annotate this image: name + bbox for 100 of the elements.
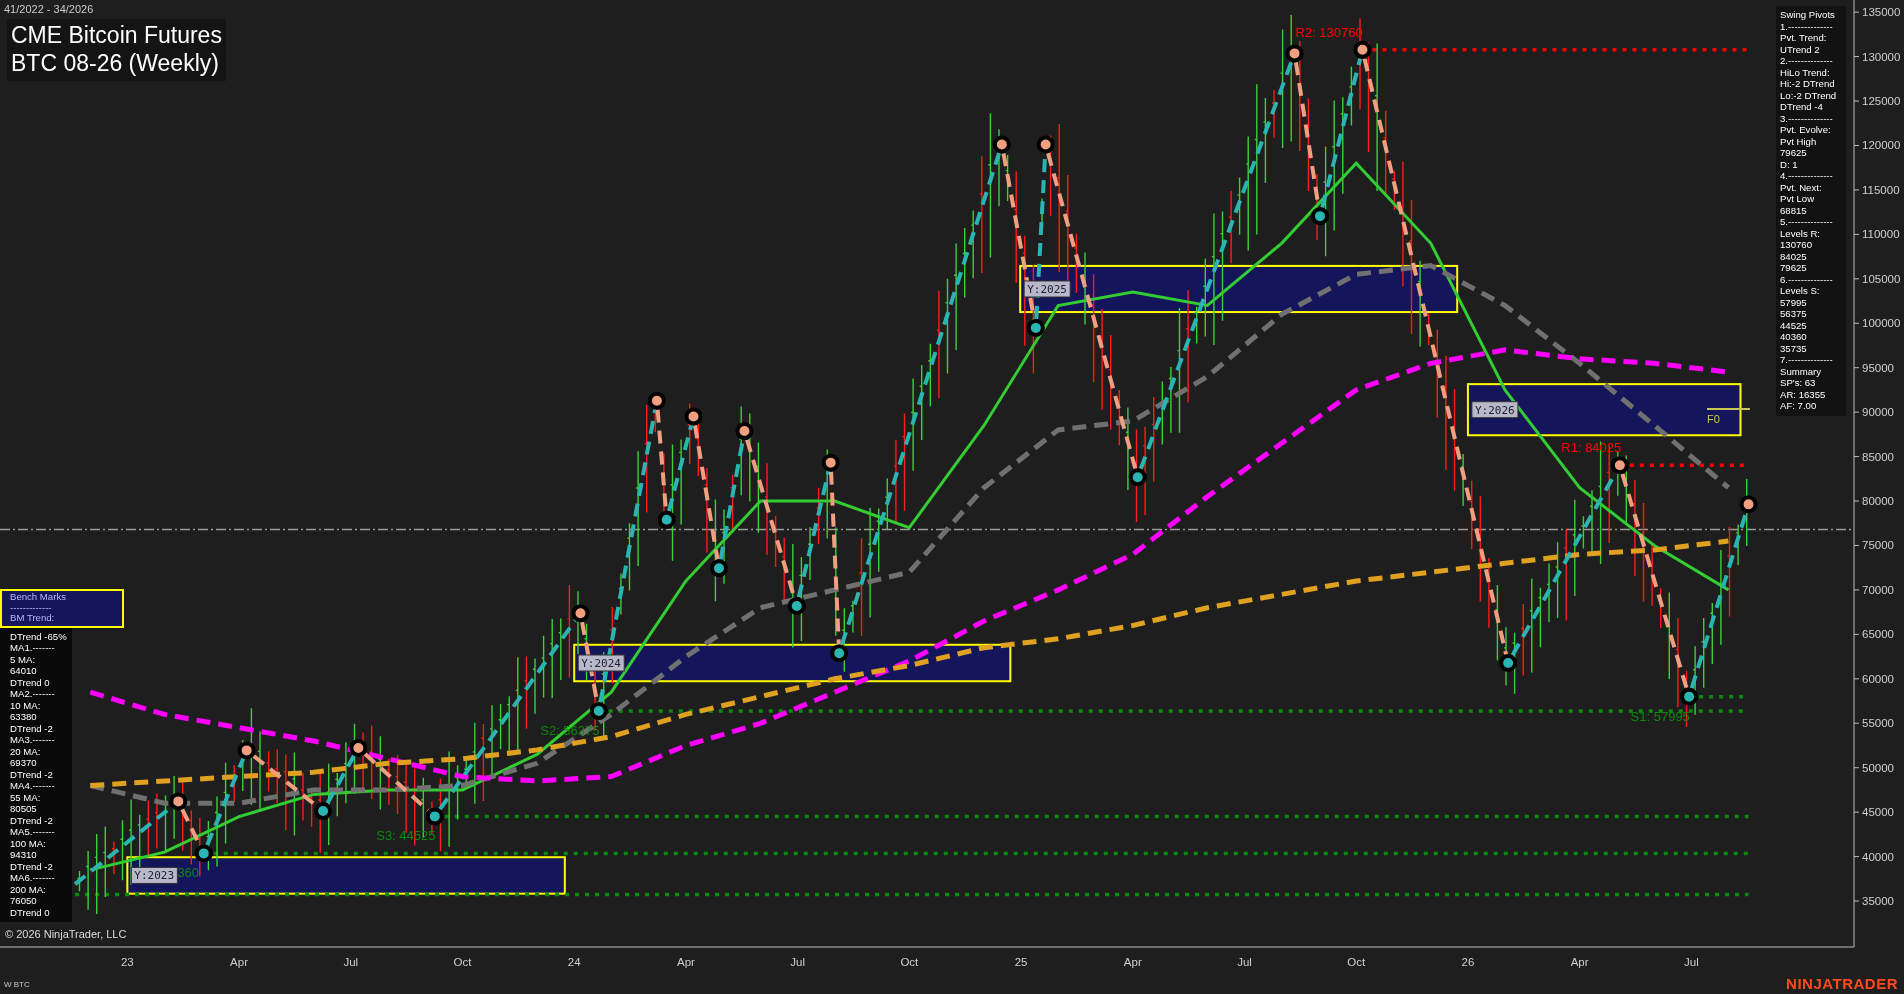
panel-text: 63380 (10, 711, 38, 723)
panel-text: AF: 7.00 (1780, 400, 1818, 412)
date-range-text: 41/2022 - 34/2026 (4, 3, 94, 15)
time-axis-label: Apr (1123, 956, 1142, 968)
panel-text: DTrend 0 (10, 676, 51, 688)
panel-text: 2.-------------- (1780, 55, 1834, 67)
time-axis-label: Jul (343, 956, 359, 968)
price-axis-label: 105000 (1862, 272, 1901, 285)
price-axis-label: 65000 (1862, 628, 1894, 641)
price-axis-label: 85000 (1862, 450, 1894, 463)
panel-text: 56375 (1780, 308, 1808, 320)
time-axis-label: 25 (1014, 956, 1028, 968)
time-axis-label: Apr (230, 956, 248, 968)
panel-text: MA4.------- (10, 780, 56, 792)
panel-text: 5.-------------- (1780, 216, 1834, 228)
zone-label: Y:2025 (1023, 280, 1071, 298)
panel-text: 7.-------------- (1780, 354, 1834, 366)
price-axis-label: 110000 (1862, 228, 1900, 241)
panel-text: Bench Marks (10, 592, 67, 603)
price-axis-label: 35000 (1862, 895, 1894, 908)
price-axis-label: 70000 (1862, 583, 1894, 596)
panel-text: 44525 (1780, 319, 1808, 331)
price-axis-label: 45000 (1862, 806, 1894, 819)
zone-label: Y:2023 (130, 866, 178, 884)
panel-text: 200 MA: (10, 883, 47, 895)
panel-text: DTrend -2 (10, 722, 54, 734)
price-axis-label: 125000 (1862, 95, 1901, 108)
panel-text: Hi:-2 DTrend (1780, 78, 1836, 90)
panel-text: DTrend 0 (10, 906, 51, 918)
panel-text: Swing Pivots (1780, 9, 1836, 21)
panel-text: MA1.------- (10, 642, 56, 654)
time-axis-label: 26 (1461, 956, 1475, 968)
panel-text: HiLo Trend: (1780, 66, 1831, 78)
panel-text: DTrend -2 (10, 814, 54, 826)
price-axis-label: 135000 (1862, 6, 1901, 19)
price-axis-label: 130000 (1862, 50, 1901, 63)
time-axis-label: Oct (453, 956, 472, 968)
copyright-text: © 2026 NinjaTrader, LLC (5, 928, 127, 940)
panel-text: Pvt Low (1780, 193, 1816, 205)
panel-text: DTrend -65% (10, 630, 68, 642)
panel-text: 40360 (1780, 331, 1808, 343)
panel-text: Levels R: (1780, 227, 1821, 239)
panel-text: 55 MA: (10, 791, 42, 803)
panel-text: 3.-------------- (1780, 112, 1834, 124)
panel-text: MA5.------- (10, 826, 56, 838)
panel-text: 130760 (1780, 239, 1813, 251)
panel-text: AR: 16355 (1780, 388, 1827, 400)
panel-text: 79625 (1780, 262, 1808, 274)
panel-text: 4.-------------- (1780, 170, 1834, 182)
panel-text: BM Trend: (10, 613, 56, 624)
panel-text: 79625 (1780, 147, 1808, 159)
time-axis-label: Jul (790, 956, 805, 968)
panel-text: 6.-------------- (1780, 273, 1834, 285)
panel-text: 64010 (10, 665, 38, 677)
price-axis-label: 40000 (1862, 850, 1894, 863)
panel-text: DTrend -2 (10, 768, 54, 780)
instrument-label: W BTC (4, 980, 30, 989)
panel-text: 20 MA: (10, 745, 42, 757)
chart-title: BTC 08-26 (Weekly) (11, 49, 220, 77)
time-axis-label: Apr (676, 956, 695, 968)
time-axis-label: 24 (567, 956, 581, 968)
price-axis-label: 55000 (1862, 717, 1894, 730)
panel-text: 80505 (10, 803, 38, 815)
panel-text: Pvt High (1780, 135, 1818, 147)
panel-text: 1.-------------- (1780, 20, 1834, 32)
panel-text: 84025 (1780, 250, 1808, 262)
panel-text: 68815 (1780, 204, 1808, 216)
panel-text: 94310 (10, 849, 38, 861)
panel-text: Levels S: (1780, 285, 1821, 297)
price-axis-label: 100000 (1862, 317, 1901, 330)
panel-text: DTrend -2 (10, 860, 54, 872)
chart-title: CME Bitcoin Futures (11, 21, 222, 49)
logo-text: NINJATRADER (1786, 975, 1898, 992)
panel-text: SP's: 63 (1780, 377, 1817, 389)
panel-text: ------------- (10, 602, 53, 613)
panel-text: 100 MA: (10, 837, 47, 849)
time-axis-label: Apr (1570, 956, 1589, 968)
panel-text: 5 MA: (10, 653, 37, 665)
panel-text: Summary (1780, 365, 1823, 377)
price-axis-label: 95000 (1862, 361, 1894, 374)
zone-label: Y:2024 (577, 654, 625, 672)
panel-text: MA6.------- (10, 872, 56, 884)
panel-text: 69370 (10, 757, 38, 769)
marker-label: F0 (1707, 413, 1720, 426)
price-axis-label: 80000 (1862, 495, 1894, 508)
time-axis-label: Jul (1684, 956, 1699, 968)
price-axis-label: 90000 (1862, 406, 1894, 419)
panel-text: 10 MA: (10, 699, 42, 711)
panel-text: MA3.------- (10, 734, 56, 746)
price-axis-label: 120000 (1862, 139, 1901, 152)
level-label: 360 (177, 865, 200, 881)
panel-text: D: 1 (1780, 158, 1799, 170)
time-axis-label: Jul (1237, 956, 1252, 968)
panel-text: Lo:-2 DTrend (1780, 89, 1838, 101)
panel-text: DTrend -4 (1780, 101, 1824, 113)
price-axis-label: 75000 (1862, 539, 1894, 552)
price-axis-label: 50000 (1862, 761, 1894, 774)
time-axis-label: Oct (900, 956, 919, 968)
price-axis-label: 115000 (1862, 183, 1900, 196)
panel-text: 35735 (1780, 342, 1808, 354)
